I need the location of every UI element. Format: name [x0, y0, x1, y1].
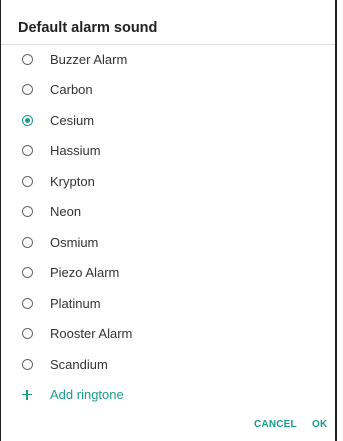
cancel-button[interactable]: CANCEL — [254, 419, 297, 430]
ringtone-option-hassium[interactable]: Hassium — [1, 136, 335, 167]
ringtone-label: Scandium — [50, 356, 108, 372]
ringtone-option-krypton[interactable]: Krypton — [1, 166, 335, 197]
ringtone-option-cesium[interactable]: Cesium — [1, 105, 335, 136]
ringtone-option-piezo-alarm[interactable]: Piezo Alarm — [1, 258, 335, 289]
radio-button-icon[interactable] — [22, 53, 33, 65]
ringtone-label: Platinum — [50, 295, 101, 311]
radio-button-icon[interactable] — [22, 236, 33, 248]
radio-button-icon[interactable] — [22, 267, 33, 279]
radio-button-icon[interactable] — [22, 297, 33, 309]
alarm-sound-dialog: Default alarm sound Buzzer Alarm Carbon … — [0, 0, 337, 441]
ringtone-label: Neon — [50, 204, 82, 220]
ringtone-option-buzzer-alarm[interactable]: Buzzer Alarm — [1, 44, 335, 75]
ringtone-label: Osmium — [50, 234, 99, 250]
radio-button-icon[interactable] — [22, 175, 33, 187]
ok-button[interactable]: OK — [312, 419, 327, 430]
ringtone-option-osmium[interactable]: Osmium — [1, 227, 335, 258]
ringtone-label: Buzzer Alarm — [50, 51, 128, 67]
radio-button-checked-icon[interactable] — [22, 114, 33, 126]
ringtone-option-carbon[interactable]: Carbon — [1, 75, 335, 106]
radio-button-icon[interactable] — [22, 358, 33, 370]
ringtone-label: Piezo Alarm — [50, 265, 120, 281]
radio-button-icon[interactable] — [22, 84, 33, 96]
ringtone-option-neon[interactable]: Neon — [1, 197, 335, 228]
ringtone-list: Buzzer Alarm Carbon Cesium Hassium Krypt… — [1, 44, 335, 410]
dialog-title: Default alarm sound — [18, 20, 158, 36]
ringtone-label: Hassium — [50, 143, 101, 159]
radio-button-icon[interactable] — [22, 206, 33, 218]
ringtone-label: Rooster Alarm — [50, 326, 133, 342]
radio-button-icon[interactable] — [22, 145, 33, 157]
add-ringtone-label: Add ringtone — [50, 387, 124, 402]
ringtone-option-scandium[interactable]: Scandium — [1, 349, 335, 380]
add-ringtone-button[interactable]: Add ringtone — [1, 380, 335, 410]
ringtone-label: Krypton — [50, 173, 95, 189]
radio-button-icon[interactable] — [22, 328, 33, 340]
ringtone-option-platinum[interactable]: Platinum — [1, 288, 335, 319]
ringtone-label: Carbon — [50, 82, 93, 98]
ringtone-option-rooster-alarm[interactable]: Rooster Alarm — [1, 319, 335, 350]
ringtone-label: Cesium — [50, 112, 95, 128]
plus-icon — [22, 389, 32, 400]
dialog-actions: CANCEL OK — [0, 419, 335, 433]
